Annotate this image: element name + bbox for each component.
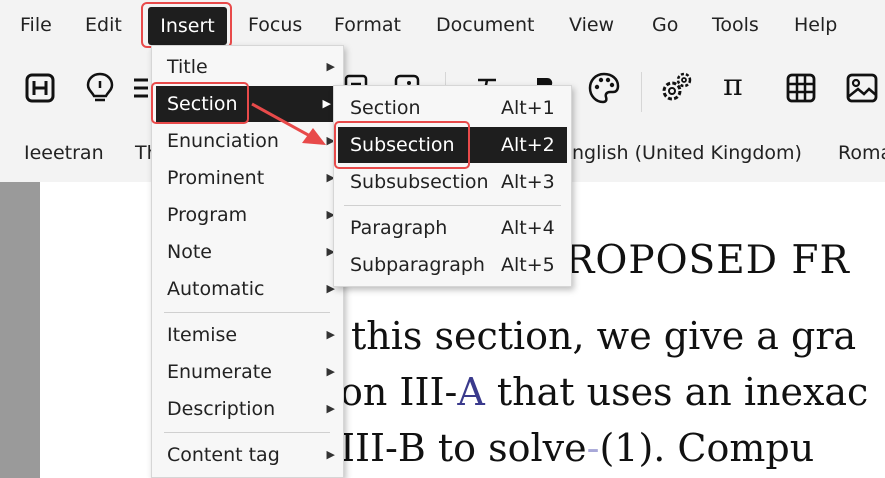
menu-item-content-tag[interactable]: Content tag ▶ bbox=[152, 437, 343, 473]
section-heading: ROPOSED FR bbox=[565, 238, 850, 283]
submenu-arrow-icon: ▶ bbox=[326, 328, 335, 341]
section-submenu: Section Alt+1 Subsection Alt+2 Subsubsecti… bbox=[333, 85, 572, 287]
document-gutter bbox=[0, 182, 40, 478]
menu-focus[interactable]: Focus bbox=[248, 0, 302, 50]
table-icon[interactable] bbox=[783, 70, 819, 106]
shortcut-label: Alt+3 bbox=[501, 171, 555, 193]
menu-view[interactable]: View bbox=[569, 0, 614, 50]
palette-icon[interactable] bbox=[586, 70, 622, 106]
submenu-arrow-icon: ▶ bbox=[326, 60, 335, 73]
shortcut-label: Alt+5 bbox=[501, 254, 555, 276]
font-tag[interactable]: Roma bbox=[838, 142, 885, 164]
menu-item-note[interactable]: Note ▶ bbox=[152, 234, 343, 270]
menu-separator bbox=[344, 205, 561, 206]
document-text-line: on III-A that uses an inexac bbox=[340, 370, 869, 414]
shortcut-label: Alt+2 bbox=[501, 134, 555, 156]
submenu-item-subsubsection[interactable]: Subsubsection Alt+3 bbox=[334, 164, 571, 200]
submenu-item-paragraph[interactable]: Paragraph Alt+4 bbox=[334, 210, 571, 246]
language-tag[interactable]: nglish (United Kingdom) bbox=[572, 142, 802, 164]
menu-tools[interactable]: Tools bbox=[712, 0, 759, 50]
subsection-highlight-box bbox=[334, 121, 470, 169]
menu-go[interactable]: Go bbox=[652, 0, 678, 50]
gears-icon[interactable] bbox=[659, 70, 695, 106]
menu-item-itemise[interactable]: Itemise ▶ bbox=[152, 317, 343, 353]
image-icon[interactable] bbox=[844, 70, 880, 106]
menu-item-title[interactable]: Title ▶ bbox=[152, 49, 343, 85]
submenu-item-subparagraph[interactable]: Subparagraph Alt+5 bbox=[334, 247, 571, 283]
toolbar-separator bbox=[641, 72, 642, 112]
style-tag[interactable]: Ieeetran bbox=[24, 142, 104, 164]
submenu-arrow-icon: ▶ bbox=[322, 97, 331, 110]
menu-edit[interactable]: Edit bbox=[85, 0, 122, 50]
menu-separator bbox=[164, 432, 330, 433]
menu-document[interactable]: Document bbox=[436, 0, 534, 50]
insert-highlight-box bbox=[141, 2, 232, 48]
cross-reference-link[interactable]: A bbox=[457, 370, 484, 414]
submenu-arrow-icon: ▶ bbox=[326, 448, 335, 461]
heading-icon[interactable] bbox=[22, 70, 58, 106]
lightbulb-icon[interactable] bbox=[82, 70, 118, 106]
menu-separator bbox=[164, 312, 330, 313]
section-highlight-box bbox=[151, 82, 249, 124]
menu-bar: File Edit Insert Focus Format Document V… bbox=[0, 0, 885, 50]
menu-item-description[interactable]: Description ▶ bbox=[152, 391, 343, 427]
pi-icon[interactable]: π bbox=[723, 68, 759, 104]
menu-item-enumerate[interactable]: Enumerate ▶ bbox=[152, 354, 343, 390]
menu-format[interactable]: Format bbox=[334, 0, 401, 50]
submenu-arrow-icon: ▶ bbox=[326, 365, 335, 378]
menu-item-prominent[interactable]: Prominent ▶ bbox=[152, 160, 343, 196]
menu-help[interactable]: Help bbox=[794, 0, 837, 50]
menu-file[interactable]: File bbox=[20, 0, 52, 50]
document-text-line: III-B to solve-(1). Compu bbox=[340, 426, 815, 470]
submenu-arrow-icon: ▶ bbox=[326, 402, 335, 415]
shortcut-label: Alt+1 bbox=[501, 97, 555, 119]
menu-item-automatic[interactable]: Automatic ▶ bbox=[152, 271, 343, 307]
document-text-line: this section, we give a gra bbox=[351, 314, 857, 358]
menu-item-enunciation[interactable]: Enunciation ▶ bbox=[152, 123, 343, 159]
shortcut-label: Alt+4 bbox=[501, 217, 555, 239]
menu-item-program[interactable]: Program ▶ bbox=[152, 197, 343, 233]
